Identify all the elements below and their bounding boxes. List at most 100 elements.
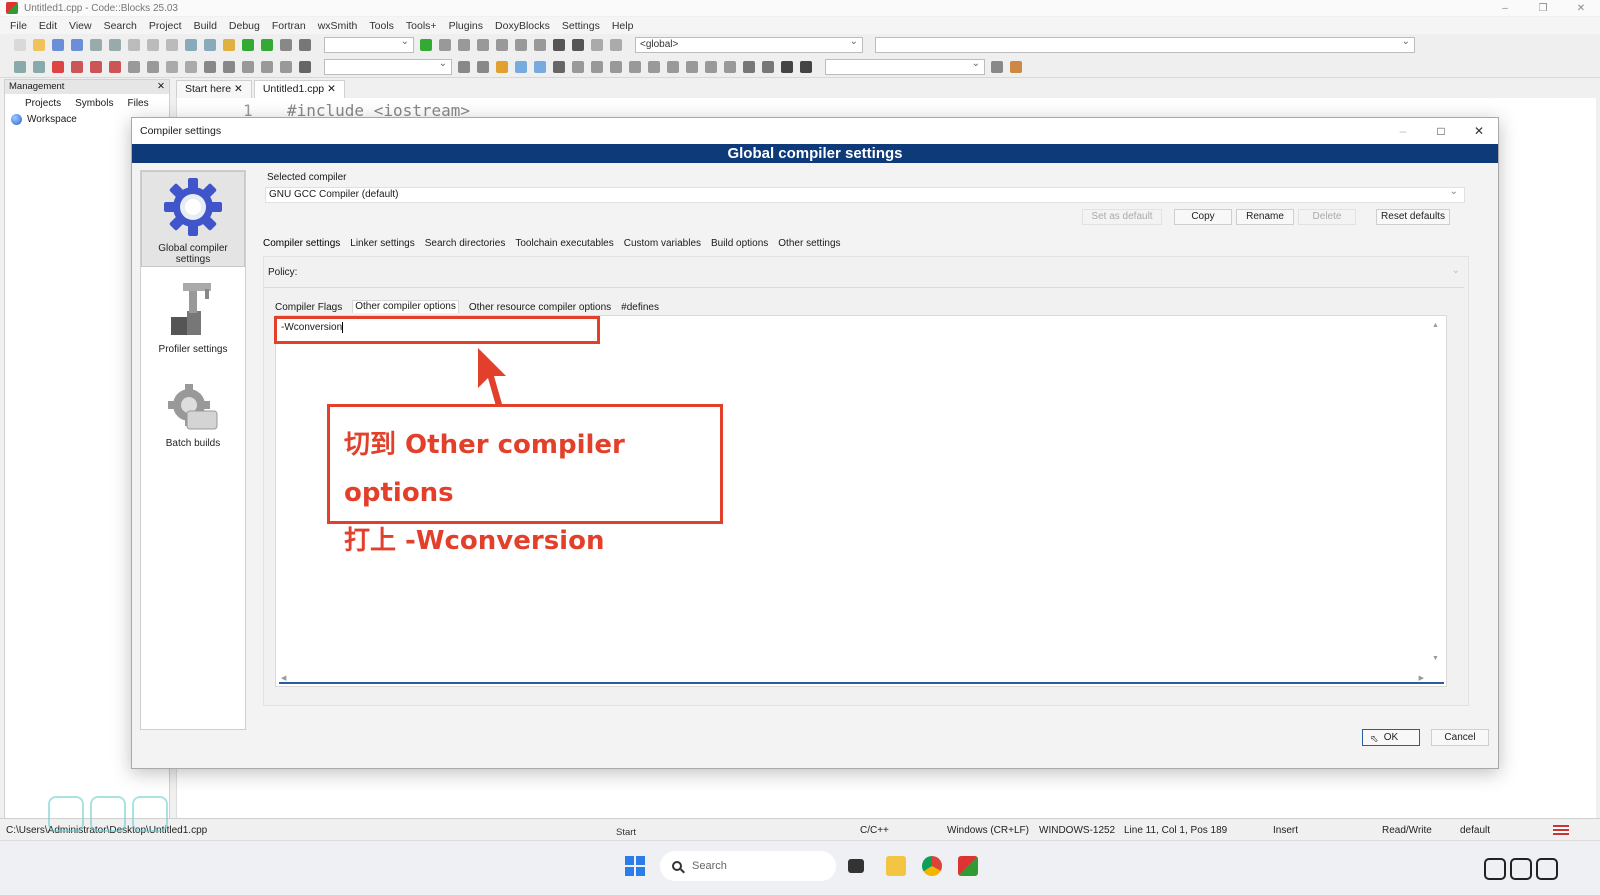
build-icon[interactable]	[223, 39, 235, 51]
maximize-icon[interactable]: □	[1422, 118, 1460, 144]
run-search-icon[interactable]	[299, 60, 311, 73]
tab-compiler-settings[interactable]: Compiler settings	[263, 238, 340, 249]
tab-toolchain-executables[interactable]: Toolchain executables	[515, 238, 613, 249]
tools-icon[interactable]	[1010, 60, 1022, 73]
new-file-icon[interactable]	[14, 39, 26, 51]
bookmark-clear-icon[interactable]	[109, 60, 121, 73]
copy-button[interactable]: Copy	[1174, 209, 1232, 225]
codeblocks-taskbar-icon[interactable]	[958, 856, 978, 876]
layout-icon-6[interactable]	[686, 60, 698, 73]
tab-other-settings[interactable]: Other settings	[778, 238, 840, 249]
build-target-combo[interactable]	[324, 35, 414, 53]
chrome-icon[interactable]	[922, 856, 942, 876]
cancel-button[interactable]: Cancel	[1431, 729, 1489, 746]
menu-plugins[interactable]: Plugins	[449, 20, 483, 32]
zoom-out-icon[interactable]	[762, 60, 774, 73]
debug-pause-icon[interactable]	[553, 39, 565, 51]
jump-back-icon[interactable]	[261, 60, 273, 73]
debug-start-icon[interactable]	[420, 39, 432, 51]
doc-icon[interactable]	[991, 60, 1003, 73]
menu-settings[interactable]: Settings	[562, 20, 600, 32]
layout-icon-8[interactable]	[724, 60, 736, 73]
tab-start-here[interactable]: Start here ✕	[176, 80, 252, 98]
c-format-icon[interactable]	[800, 60, 812, 73]
function-combo[interactable]	[875, 35, 1415, 53]
tab-search-directories[interactable]: Search directories	[425, 238, 506, 249]
taskbar-search[interactable]: Search	[660, 851, 836, 881]
menu-help[interactable]: Help	[612, 20, 634, 32]
tab-other-resource-compiler-options[interactable]: Other resource compiler options	[469, 302, 611, 313]
uncomment-icon[interactable]	[185, 60, 197, 73]
save-all-icon[interactable]	[71, 39, 83, 51]
close-icon[interactable]: ✕	[157, 80, 165, 94]
layout-icon-5[interactable]	[667, 60, 679, 73]
windows-start-icon[interactable]	[625, 856, 645, 876]
restore-icon[interactable]: ❐	[1524, 0, 1562, 16]
match-brace-icon[interactable]	[242, 60, 254, 73]
tab-compiler-flags[interactable]: Compiler Flags	[275, 302, 342, 313]
highlight-icon[interactable]	[496, 60, 508, 73]
delete-button[interactable]: Delete	[1298, 209, 1356, 225]
bookmark-next-icon[interactable]	[90, 60, 102, 73]
tab-other-compiler-options[interactable]: Other compiler options	[352, 300, 459, 313]
menu-tools[interactable]: Tools	[369, 20, 394, 32]
bookmark-toggle-icon[interactable]	[52, 60, 64, 73]
s-format-icon[interactable]	[781, 60, 793, 73]
compiler-select[interactable]: GNU GCC Compiler (default)	[265, 185, 1465, 203]
menu-build[interactable]: Build	[194, 20, 217, 32]
debug-stop-icon[interactable]	[572, 39, 584, 51]
copy-icon[interactable]	[147, 39, 159, 51]
code-completion-icon[interactable]	[204, 60, 216, 73]
close-icon[interactable]: ✕	[327, 83, 336, 95]
zoom-in-icon[interactable]	[743, 60, 755, 73]
debug-run-to-cursor-icon[interactable]	[439, 39, 451, 51]
select-icon[interactable]	[553, 60, 565, 73]
target-combo[interactable]	[825, 57, 985, 75]
debug-info-icon[interactable]	[610, 39, 622, 51]
menu-debug[interactable]: Debug	[229, 20, 260, 32]
nav-back-icon[interactable]	[14, 60, 26, 73]
layout-icon-4[interactable]	[648, 60, 660, 73]
tab-custom-variables[interactable]: Custom variables	[624, 238, 701, 249]
run-icon[interactable]	[242, 39, 254, 51]
comment-icon[interactable]	[166, 60, 178, 73]
rebuild-icon[interactable]	[280, 39, 292, 51]
close-icon[interactable]: ✕	[234, 83, 243, 95]
paste-icon[interactable]	[166, 39, 178, 51]
layout-icon-2[interactable]	[610, 60, 622, 73]
debug-step-out-icon[interactable]	[496, 39, 508, 51]
horizontal-scrollbar[interactable]: ◀ ▶	[279, 674, 1444, 684]
tab-defines[interactable]: #defines	[621, 302, 659, 313]
find-icon[interactable]	[185, 39, 197, 51]
category-profiler[interactable]: Profiler settings	[141, 275, 245, 355]
abort-icon[interactable]	[299, 39, 311, 51]
category-batch-builds[interactable]: Batch builds	[141, 377, 245, 457]
minimize-icon[interactable]: –	[1384, 118, 1422, 144]
layout-icon-1[interactable]	[591, 60, 603, 73]
regex-icon[interactable]	[534, 60, 546, 73]
menu-tools-plus[interactable]: Tools+	[406, 20, 437, 32]
rename-button[interactable]: Rename	[1236, 209, 1294, 225]
menu-wxsmith[interactable]: wxSmith	[318, 20, 358, 32]
cut-icon[interactable]	[128, 39, 140, 51]
find-prev-icon[interactable]	[458, 60, 470, 73]
symbol-browser-icon[interactable]	[223, 60, 235, 73]
debug-step-into-icon[interactable]	[477, 39, 489, 51]
find-next-icon[interactable]	[477, 60, 489, 73]
task-view-icon[interactable]	[848, 859, 864, 873]
bookmark-prev-icon[interactable]	[71, 60, 83, 73]
debug-windows-icon[interactable]	[591, 39, 603, 51]
undo-icon[interactable]	[90, 39, 102, 51]
policy-dropdown-chevron-icon[interactable]: ⌄	[1452, 265, 1460, 276]
menu-doxyblocks[interactable]: DoxyBlocks	[495, 20, 550, 32]
debug-next-instruction-icon[interactable]	[515, 39, 527, 51]
set-as-default-button[interactable]: Set as default	[1082, 209, 1162, 225]
code-fold-icon[interactable]	[128, 60, 140, 73]
build-run-icon[interactable]	[261, 39, 273, 51]
search-combo[interactable]	[324, 57, 452, 75]
debug-step-instruction-icon[interactable]	[534, 39, 546, 51]
tab-build-options[interactable]: Build options	[711, 238, 768, 249]
code-unfold-icon[interactable]	[147, 60, 159, 73]
tab-projects[interactable]: Projects	[25, 98, 61, 109]
menu-file[interactable]: File	[10, 20, 27, 32]
